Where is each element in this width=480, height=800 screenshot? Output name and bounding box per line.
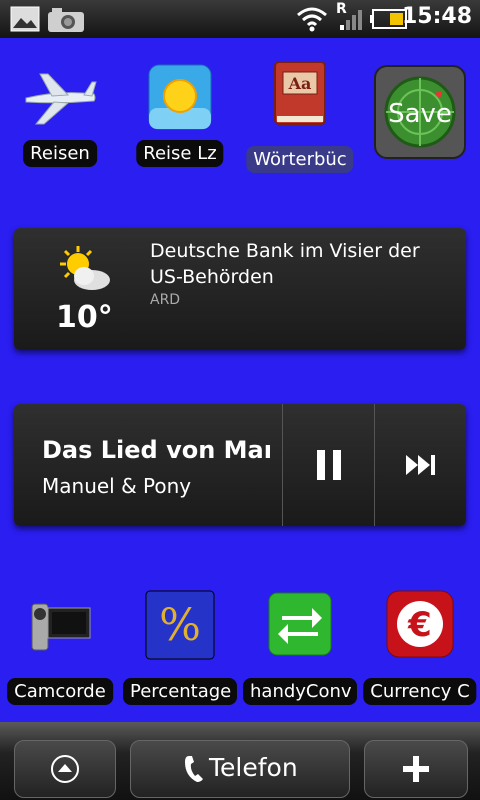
clock: 15:48 (401, 4, 472, 29)
phone-button[interactable]: Telefon (130, 740, 350, 798)
app-label: Currency C (363, 678, 477, 705)
temperature: 10° (56, 300, 113, 335)
app-label: Percentage (123, 678, 237, 705)
airplane-icon (25, 73, 97, 125)
app-camcorder[interactable]: Camcorde (1, 590, 119, 705)
dictionary-icon: Aa (274, 61, 326, 125)
app-handyconv[interactable]: handyConv (241, 590, 359, 705)
next-track-icon (406, 455, 435, 475)
plus-icon (403, 756, 429, 782)
phone-label: Telefon (209, 753, 298, 782)
news-weather-widget[interactable]: 10° Deutsche Bank im Visier der US-Behör… (14, 228, 466, 350)
app-drawer-button[interactable] (14, 740, 116, 798)
phone-icon (185, 756, 203, 782)
divider (282, 404, 283, 526)
app-label: Reise Lz (136, 140, 224, 167)
music-widget[interactable]: Das Lied von Man Manuel & Pony (14, 404, 466, 526)
app-woerterbuch[interactable]: Aa Wörterbüc (241, 58, 359, 178)
app-reisen[interactable]: Reisen (1, 62, 119, 172)
gallery-icon (10, 6, 40, 32)
status-bar[interactable]: R 15:48 (0, 0, 480, 38)
add-button[interactable] (364, 740, 468, 798)
percent-icon-text: % (159, 600, 201, 651)
song-artist: Manuel & Pony (42, 474, 192, 498)
app-label: Wörterbüc (246, 146, 354, 173)
app-label: Reisen (23, 140, 97, 167)
song-title: Das Lied von Man (42, 436, 270, 464)
divider (374, 404, 375, 526)
dock: Telefon (0, 722, 480, 800)
chevron-up-icon (51, 755, 79, 783)
euro-icon: € (386, 590, 454, 658)
save-icon-text: Save (388, 99, 452, 129)
app-reise-lz[interactable]: Reise Lz (121, 62, 239, 172)
news-headline[interactable]: Deutsche Bank im Visier der US-Behörden (150, 238, 450, 290)
camcorder-icon (31, 603, 91, 651)
app-label: handyConv (243, 678, 357, 705)
app-percentage[interactable]: % Percentage (121, 590, 239, 705)
save-radar-icon: Save (374, 65, 466, 159)
pause-icon (317, 450, 341, 480)
app-save[interactable]: Save (361, 62, 479, 162)
partly-cloudy-icon (60, 246, 110, 290)
svg-text:Aa: Aa (288, 74, 312, 93)
sun-icon (148, 64, 212, 130)
pause-button[interactable] (284, 404, 374, 526)
camera-icon (48, 8, 84, 32)
next-track-button[interactable] (376, 404, 466, 526)
euro-icon-text: € (407, 605, 432, 645)
news-source: ARD (150, 292, 181, 308)
signal-icon (340, 10, 362, 30)
app-currency[interactable]: € Currency C (361, 590, 479, 705)
wifi-icon (297, 7, 327, 32)
app-label: Camcorde (7, 678, 113, 705)
percent-icon: % (145, 590, 215, 660)
arrows-icon (268, 592, 332, 656)
